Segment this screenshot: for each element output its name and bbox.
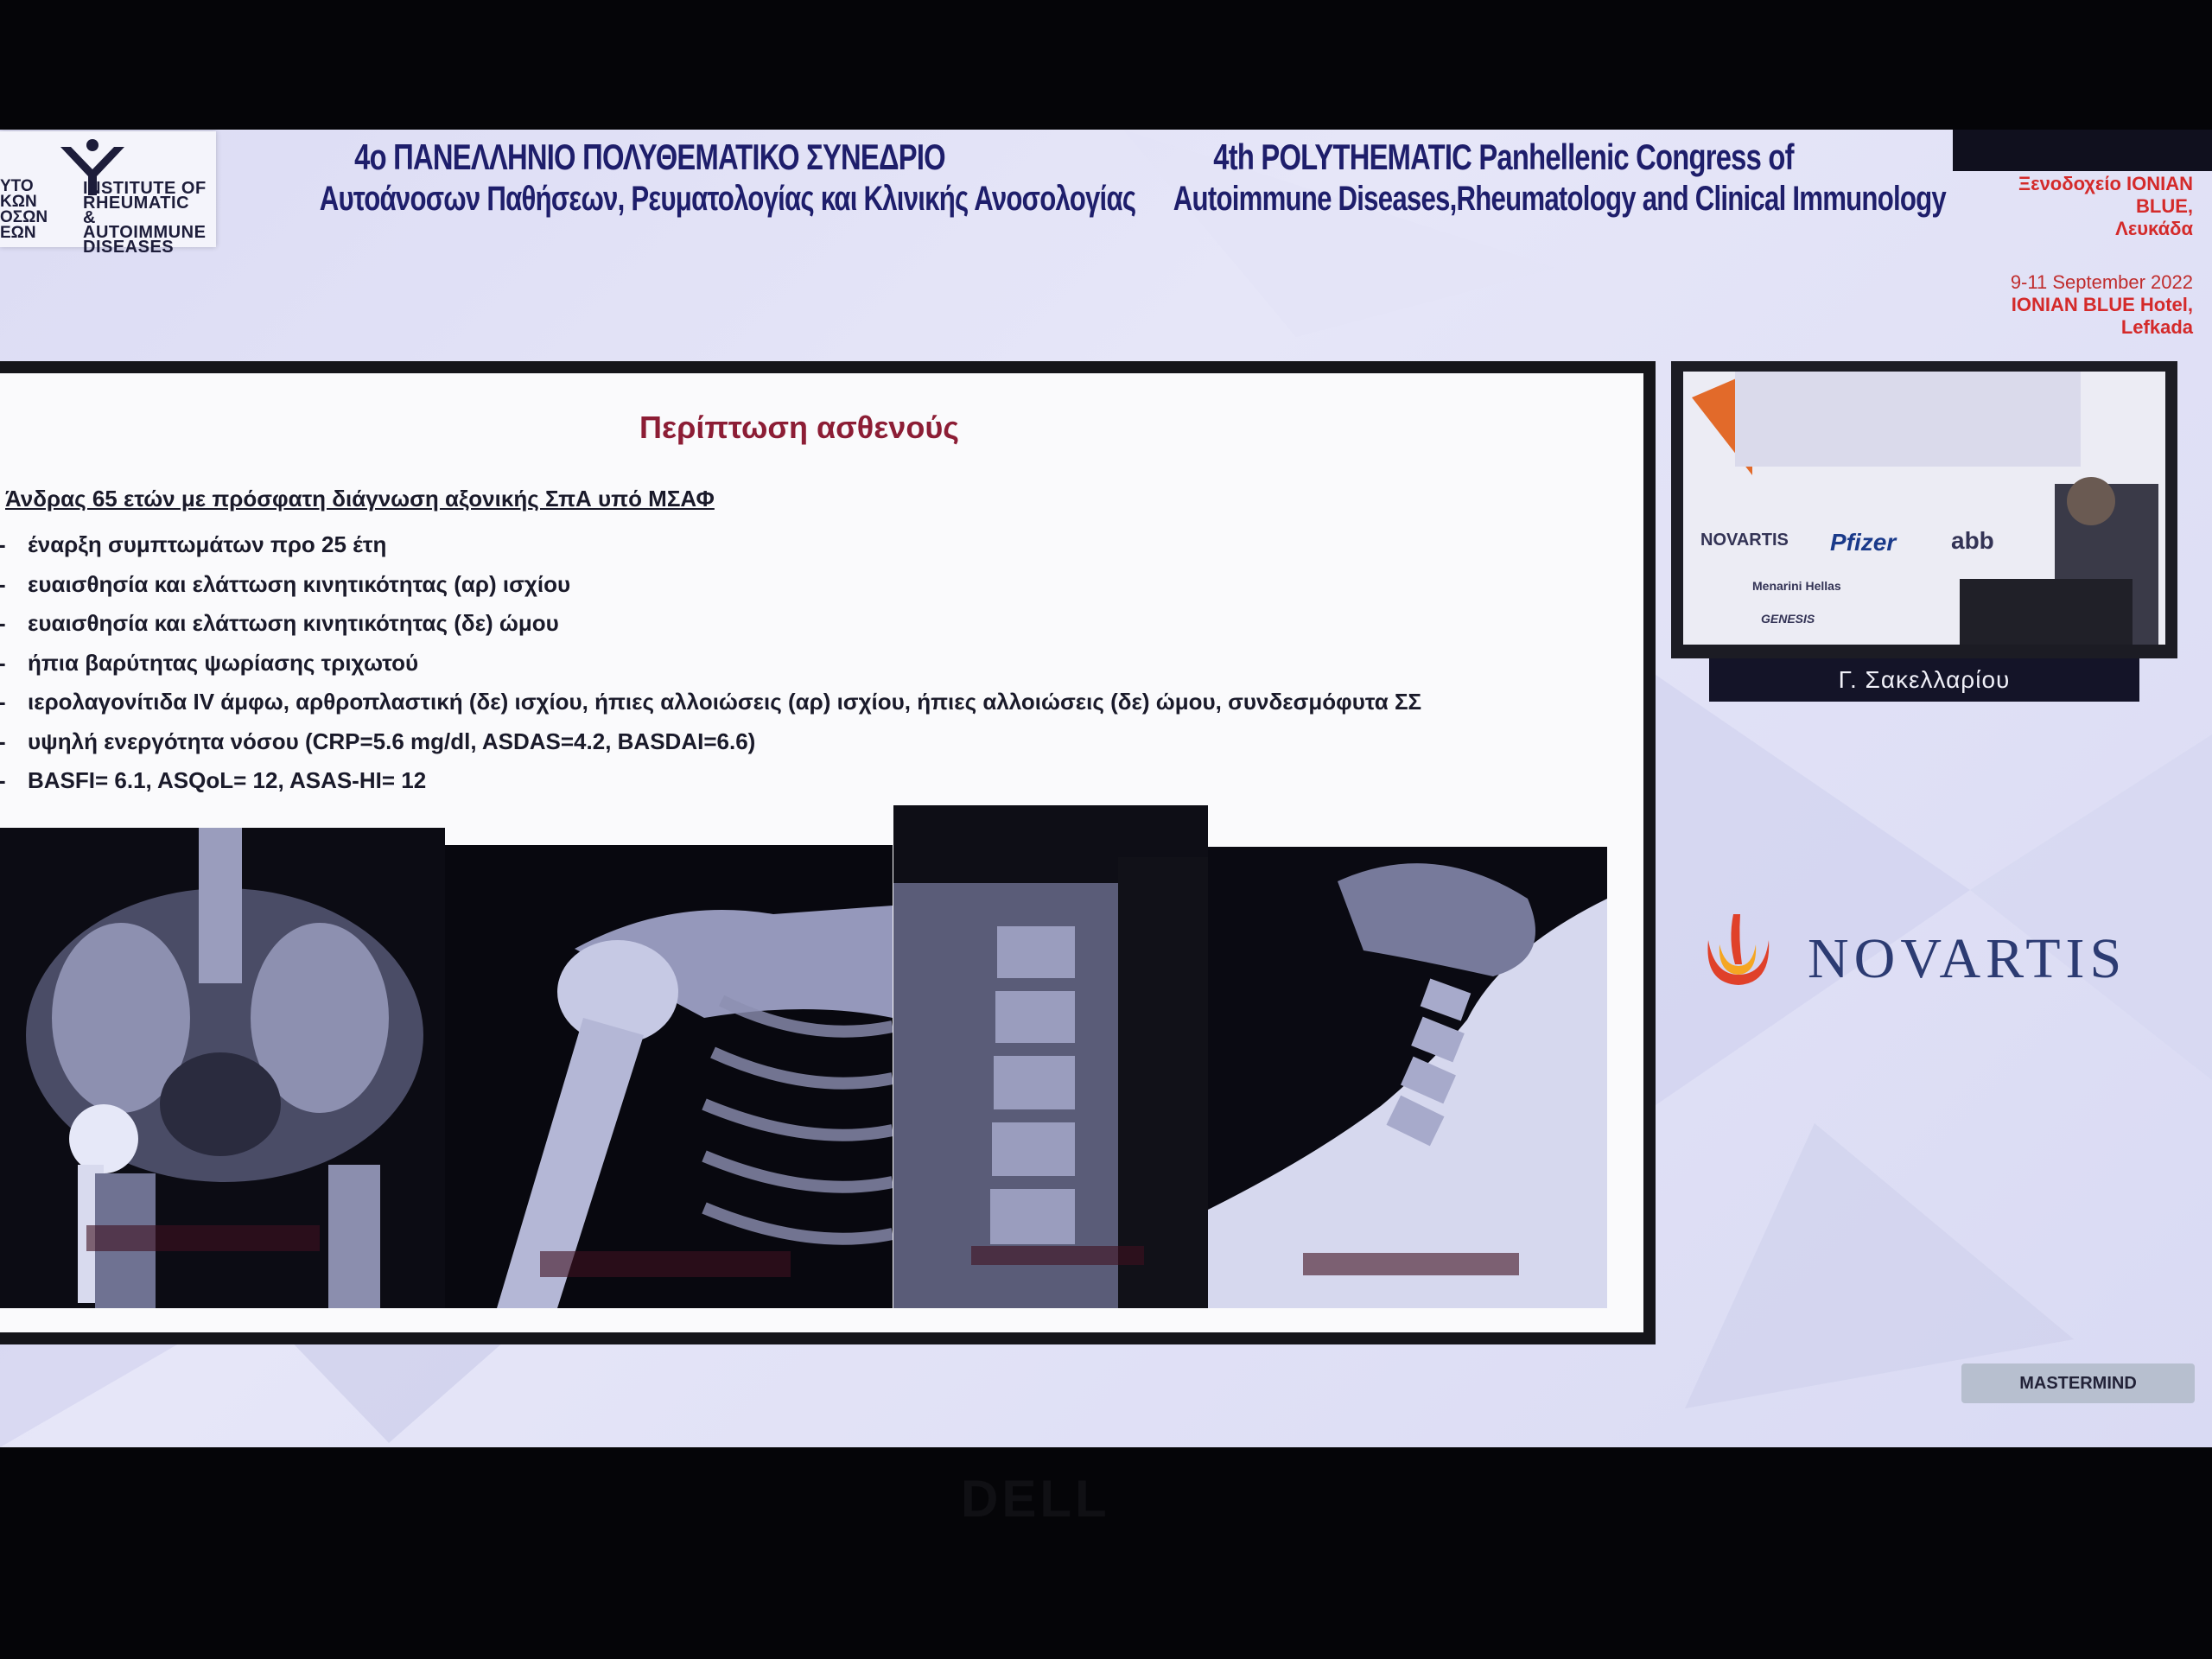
novartis-wordmark: NOVARTIS <box>1808 927 2127 990</box>
bullet-text: ευαισθησία και ελάττωση κινητικότητας (δ… <box>28 610 559 636</box>
mastermind-text: MASTERMIND <box>2019 1374 2137 1393</box>
shoulder-xray <box>445 845 893 1308</box>
bullet-marker: - <box>0 722 28 762</box>
case-bullet: -BASFI= 6.1, ASQoL= 12, ASAS-HI= 12 <box>0 761 1421 801</box>
video-backdrop <box>1683 372 2165 645</box>
bullet-text: ιερολαγονίτιδα IV άμφω, αρθροπλαστική (δ… <box>28 689 1422 715</box>
case-bullet: -υψηλή ενεργότητα νόσου (CRP=5.6 mg/dl, … <box>0 722 1421 762</box>
congress-header: ΥΤΟ ΚΩΝ ΟΣΩΝ ΕΩΝ INSTITUTE OF RHEUMATIC … <box>0 130 2212 354</box>
presentation-slide: Περίπτωση ασθενούς Άνδρας 65 ετών με πρό… <box>0 361 1656 1344</box>
institute-en-line: & AUTOIMMUNE <box>83 208 207 242</box>
case-bullet: -έναρξη συμπτωμάτων προ 25 έτη <box>0 525 1421 565</box>
institute-gr-line: ΕΩΝ <box>0 224 36 242</box>
video-logo-pfizer: Pfizer <box>1830 529 1897 556</box>
institute-logo: ΥΤΟ ΚΩΝ ΟΣΩΝ ΕΩΝ INSTITUTE OF RHEUMATIC … <box>0 131 216 256</box>
venue-dates: 9-11 September 2022 <box>2010 271 2193 293</box>
pelvis-xray <box>0 828 445 1308</box>
mastermind-logo: MASTERMIND <box>1961 1363 2195 1403</box>
slide-title: Περίπτωση ασθενούς <box>639 410 959 445</box>
bullet-marker: - <box>0 565 28 605</box>
pelvis-xray-image <box>0 828 445 1308</box>
congress-title-english: 4th POLYTHEMATIC Panhellenic Congress of… <box>1080 137 1947 219</box>
bullet-text: έναρξη συμπτωμάτων προ 25 έτη <box>28 531 387 557</box>
presentation-screen: ΥΤΟ ΚΩΝ ΟΣΩΝ ΕΩΝ INSTITUTE OF RHEUMATIC … <box>0 130 2212 1447</box>
header-dark-strip <box>1953 130 2212 171</box>
video-logo-genesis: GENESIS <box>1761 612 1815 626</box>
institute-name-en: INSTITUTE OF RHEUMATIC & AUTOIMMUNE DISE… <box>83 180 213 257</box>
bullet-text: ευαισθησία και ελάττωση κινητικότητας (α… <box>28 570 571 597</box>
bullet-marker: - <box>0 644 28 683</box>
case-bullet: -ήπια βαρύτητας ψωρίασης τριχωτού <box>0 644 1421 683</box>
video-logo-novartis: NOVARTIS <box>1700 531 1789 550</box>
bullet-marker: - <box>0 761 28 801</box>
cervical-spine-xray-image <box>1208 847 1607 1308</box>
case-intro: Άνδρας 65 ετών με πρόσφατη διάγνωση αξον… <box>5 486 715 512</box>
venue-gr-place: Λευκάδα <box>2115 218 2193 239</box>
speaker-video: NOVARTIS Pfizer abb Menarini Hellas GENE… <box>1683 372 2165 645</box>
congress-title-greek: 4ο ΠΑΝΕΛΛΗΝΙΟ ΠΟΛΥΘΕΜΑΤΙΚΟ ΣΥΝΕΔΡΙΟ Αυτο… <box>226 137 1136 219</box>
institute-en-line: RHEUMATIC <box>83 194 190 213</box>
video-logo-menarini: Menarini Hellas <box>1752 579 1841 593</box>
bullet-text: ήπια βαρύτητας ψωρίασης τριχωτού <box>28 649 419 676</box>
bullet-marker: - <box>0 525 28 565</box>
shoulder-xray-image <box>445 845 893 1308</box>
bullet-marker: - <box>0 604 28 644</box>
congress-gr-title: 4ο ΠΑΝΕΛΛΗΝΙΟ ΠΟΛΥΘΕΜΑΤΙΚΟ ΣΥΝΕΔΡΙΟ <box>354 137 945 177</box>
venue-gr: Ξενοδοχείο IONIAN BLUE, <box>2018 173 2193 217</box>
bullet-marker: - <box>0 683 28 722</box>
spine-xray <box>893 805 1208 1308</box>
venue-en: IONIAN BLUE Hotel, <box>2011 294 2193 315</box>
speaker-name-bar: Γ. Σακελλαρίου <box>1709 658 2139 702</box>
novartis-flame-icon <box>1707 914 1770 985</box>
case-bullet: -ευαισθησία και ελάττωση κινητικότητας (… <box>0 565 1421 605</box>
venue-en-place: Lefkada <box>2120 316 2193 338</box>
novartis-logo: NOVARTIS <box>1695 906 2179 1009</box>
bullet-text: υψηλή ενεργότητα νόσου (CRP=5.6 mg/dl, A… <box>28 728 756 754</box>
case-bullet-list: -έναρξη συμπτωμάτων προ 25 έτη -ευαισθησ… <box>0 525 1421 801</box>
institute-name-gr: ΥΤΟ ΚΩΝ ΟΣΩΝ ΕΩΝ <box>0 178 50 242</box>
institute-en-line: DISEASES <box>83 238 175 257</box>
case-bullet: -ευαισθησία και ελάττωση κινητικότητας (… <box>0 604 1421 644</box>
speaker-video-frame: NOVARTIS Pfizer abb Menarini Hellas GENE… <box>1671 361 2177 658</box>
speaker-name: Γ. Σακελλαρίου <box>1838 666 2011 693</box>
bullet-text: BASFI= 6.1, ASQoL= 12, ASAS-HI= 12 <box>28 767 427 793</box>
video-logo-abb: abb <box>1951 527 1994 554</box>
venue-info: Ξενοδοχείο IONIAN BLUE, Λευκάδα 9-11 Sep… <box>1968 173 2193 339</box>
cervical-spine-xray <box>1208 847 1607 1308</box>
congress-en-title: 4th POLYTHEMATIC Panhellenic Congress of <box>1213 137 1794 177</box>
case-bullet: -ιερολαγονίτιδα IV άμφω, αρθροπλαστική (… <box>0 683 1421 722</box>
congress-en-subtitle: Autoimmune Diseases,Rheumatology and Cli… <box>1173 180 1947 218</box>
spine-xray-image <box>893 805 1208 1308</box>
monitor-brand-logo: DELL <box>961 1470 1110 1528</box>
congress-gr-subtitle: Αυτοάνοσων Παθήσεων, Ρευματολογίας και Κ… <box>319 180 1136 218</box>
